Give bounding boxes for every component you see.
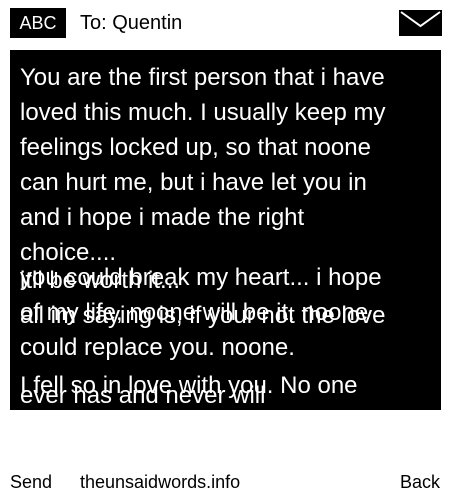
message-text-block: you could break my heart... i hope of my… bbox=[20, 264, 382, 361]
input-mode-badge[interactable]: ABC bbox=[10, 8, 66, 38]
send-button[interactable]: Send bbox=[10, 472, 52, 493]
envelope-icon[interactable] bbox=[399, 10, 442, 36]
message-text-block: You are the first person that i have lov… bbox=[20, 64, 386, 266]
site-link[interactable]: theunsaidwords.info bbox=[80, 472, 240, 493]
softkey-bar: Send theunsaidwords.info Back bbox=[0, 468, 450, 500]
recipient-line: To: Quentin bbox=[80, 12, 183, 34]
message-text-block: ever has and never will bbox=[20, 382, 266, 409]
back-button[interactable]: Back bbox=[400, 472, 440, 493]
message-body[interactable]: You are the first person that i have lov… bbox=[10, 50, 441, 410]
compose-header: ABC To: Quentin bbox=[0, 0, 450, 46]
